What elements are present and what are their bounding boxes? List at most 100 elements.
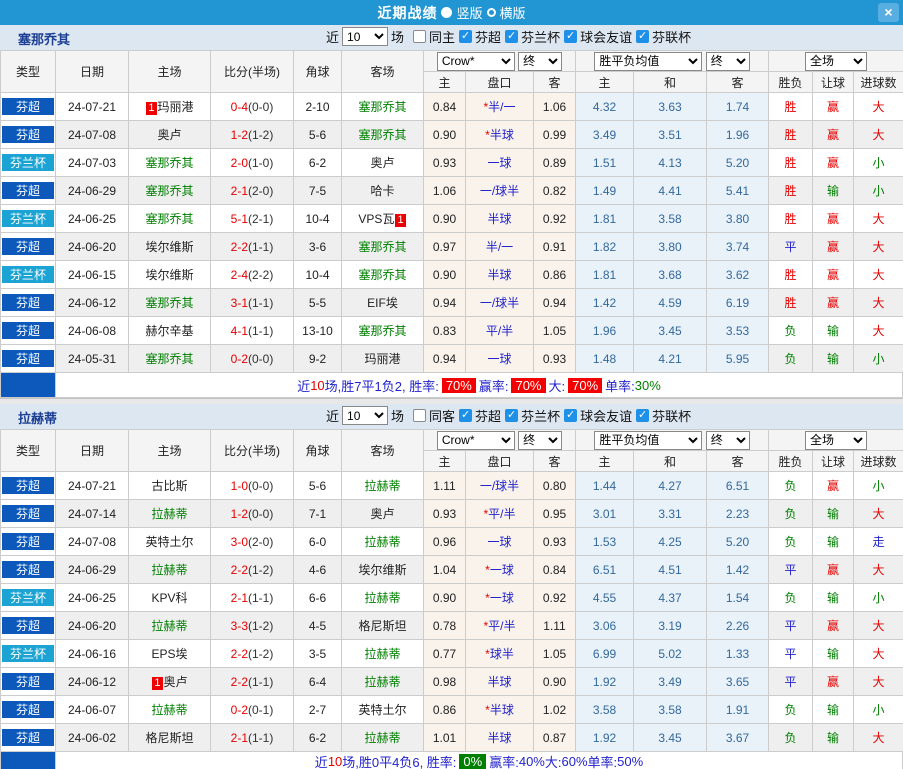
odds-source-header: Crow* 终 xyxy=(422,50,577,72)
horizontal-layout-label[interactable]: 横版 xyxy=(500,3,526,22)
avg-source-header: 胜平负均值 终 xyxy=(575,50,770,72)
scope-select-2[interactable]: 全场 xyxy=(805,430,868,450)
home-team-cell: KPV科 xyxy=(128,583,211,612)
col-header-corner: 角球 xyxy=(293,50,342,93)
league-checkbox-cup-2[interactable]: ✓ xyxy=(505,409,519,422)
goals-cell: 走 xyxy=(853,527,903,556)
league-checkbox-super-2[interactable]: ✓ xyxy=(459,409,473,422)
fulltime-score: 2-1 xyxy=(230,590,248,605)
team2-results-table: 类型 日期 主场 比分(半场) 角球 客场 Crow* 终 胜平负均值 终 全场 xyxy=(0,429,903,752)
odds-away-cell: 1.06 xyxy=(532,92,577,121)
league-label-friendly-2[interactable]: 球会友谊 xyxy=(580,406,632,425)
avg-home-cell: 1.42 xyxy=(575,288,635,317)
same-away-label[interactable]: 同客 xyxy=(429,406,455,425)
team1-results-table: 类型 日期 主场 比分(半场) 角球 客场 Crow* 终 胜平负均值 终 全场 xyxy=(0,50,903,373)
league-checkbox-friendly[interactable]: ✓ xyxy=(564,30,578,43)
titlebar: 近期战绩 竖版 横版 × xyxy=(0,0,903,25)
odds-away-cell: 0.89 xyxy=(532,148,577,177)
vertical-layout-radio-icon[interactable] xyxy=(441,7,453,18)
rounds-select-2[interactable]: 10 xyxy=(342,406,389,425)
handicap-result-cell: 输 xyxy=(812,527,855,556)
fulltime-score: 2-4 xyxy=(230,267,248,282)
league-type-badge: 芬超 xyxy=(2,238,54,255)
fulltime-score: 2-2 xyxy=(230,562,248,577)
match-row: 芬超 24-06-12 塞那乔其 3-1(1-1) 5-5 EIF埃 0.94 一/球半 0.9… xyxy=(0,288,903,317)
home-team-cell: 埃尔维斯 xyxy=(128,232,211,261)
close-icon[interactable]: × xyxy=(878,3,899,22)
goals-cell: 小 xyxy=(853,176,903,205)
scope-select[interactable]: 全场 xyxy=(805,51,868,71)
col-header-corner: 角球 xyxy=(293,429,342,472)
result-cell: 负 xyxy=(768,695,814,724)
league-checkbox-league-cup[interactable]: ✓ xyxy=(636,30,650,43)
goals-cell: 大 xyxy=(853,555,903,584)
away-team-cell: 拉赫蒂 xyxy=(341,471,424,500)
result-cell: 胜 xyxy=(768,92,814,121)
league-label-super[interactable]: 芬超 xyxy=(475,27,501,46)
league-label-league-cup-2[interactable]: 芬联杯 xyxy=(652,406,691,425)
vertical-layout-label[interactable]: 竖版 xyxy=(456,3,482,22)
same-home-checkbox[interactable] xyxy=(413,30,427,43)
away-team-cell: 埃尔维斯 xyxy=(341,555,424,584)
odds-time-select[interactable]: 终 xyxy=(518,51,563,71)
horizontal-layout-radio-icon[interactable] xyxy=(486,8,496,17)
team-name-text: 玛丽港 xyxy=(364,352,401,366)
league-label-league-cup[interactable]: 芬联杯 xyxy=(652,27,691,46)
odds-home-cell: 1.04 xyxy=(423,555,466,584)
team-name-text: 拉赫蒂 xyxy=(151,563,188,577)
odds-time-select-2[interactable]: 终 xyxy=(518,430,563,450)
league-type-cell: 芬超 xyxy=(0,667,56,696)
league-label-super-2[interactable]: 芬超 xyxy=(475,406,501,425)
league-label-cup[interactable]: 芬兰杯 xyxy=(521,27,560,46)
odds-away-cell: 1.11 xyxy=(532,611,577,640)
handicap-text: 一球 xyxy=(489,591,514,605)
same-away-checkbox[interactable] xyxy=(413,409,427,422)
same-home-label[interactable]: 同主 xyxy=(429,27,455,46)
avg-type-select[interactable]: 胜平负均值 xyxy=(594,51,703,71)
avg-home-cell: 3.58 xyxy=(575,695,635,724)
goals-cell: 小 xyxy=(853,471,903,500)
avg-time-select[interactable]: 终 xyxy=(705,51,750,71)
odds-away-cell: 0.93 xyxy=(532,527,577,556)
red-card-badge: 1 xyxy=(395,214,406,227)
handicap-text: 一球 xyxy=(489,563,514,577)
halftime-score: (1-1) xyxy=(248,730,274,745)
handicap-result-cell: 赢 xyxy=(812,288,855,317)
odds-away-cell: 0.90 xyxy=(532,667,577,696)
date-cell: 24-06-08 xyxy=(55,316,129,345)
league-label-friendly[interactable]: 球会友谊 xyxy=(580,27,632,46)
odds-home-cell: 1.11 xyxy=(423,471,466,500)
match-row: 芬超 24-07-08 英特土尔 3-0(2-0) 6-0 拉赫蒂 0.96 一球 0.93 1.… xyxy=(0,527,903,556)
odds-home-cell: 1.06 xyxy=(423,176,466,205)
team-name-text: 塞那乔其 xyxy=(145,352,194,366)
league-type-cell: 芬兰杯 xyxy=(0,148,56,177)
date-cell: 24-07-08 xyxy=(55,527,129,556)
handicap-cell: *平/半 xyxy=(465,611,534,640)
odds-home-cell: 0.93 xyxy=(423,148,466,177)
league-checkbox-league-cup-2[interactable]: ✓ xyxy=(636,409,650,422)
league-checkbox-friendly-2[interactable]: ✓ xyxy=(564,409,578,422)
odds-home-cell: 0.83 xyxy=(423,316,466,345)
avg-type-select-2[interactable]: 胜平负均值 xyxy=(594,430,703,450)
goals-cell: 大 xyxy=(853,639,903,668)
avg-draw-cell: 4.37 xyxy=(633,583,708,612)
league-checkbox-super[interactable]: ✓ xyxy=(459,30,473,43)
league-type-cell: 芬兰杯 xyxy=(0,260,56,289)
rounds-select[interactable]: 10 xyxy=(342,27,389,46)
odds-source-select-2[interactable]: Crow* xyxy=(436,430,515,450)
corner-cell: 4-6 xyxy=(293,555,342,584)
team-name-text: 塞那乔其 xyxy=(358,100,407,114)
halftime-score: (1-1) xyxy=(248,323,274,338)
league-label-cup-2[interactable]: 芬兰杯 xyxy=(521,406,560,425)
handicap-text: 一球 xyxy=(487,352,512,366)
league-checkbox-cup[interactable]: ✓ xyxy=(505,30,519,43)
odds-source-select[interactable]: Crow* xyxy=(436,51,515,71)
recent-results-dialog: 近期战绩 竖版 横版 × 塞那乔其 近 10 场 同主 ✓ 芬超 ✓ 芬兰杯 ✓… xyxy=(0,0,903,769)
summary-segment: 场,胜0平4负6, 胜率: xyxy=(342,754,457,769)
col-header-away: 客场 xyxy=(341,429,424,472)
summary-segment: 赢率: xyxy=(489,754,519,769)
date-cell: 24-07-08 xyxy=(55,120,129,149)
score-cell: 2-1(2-0) xyxy=(210,176,294,205)
avg-time-select-2[interactable]: 终 xyxy=(705,430,750,450)
halftime-score: (1-2) xyxy=(248,618,274,633)
